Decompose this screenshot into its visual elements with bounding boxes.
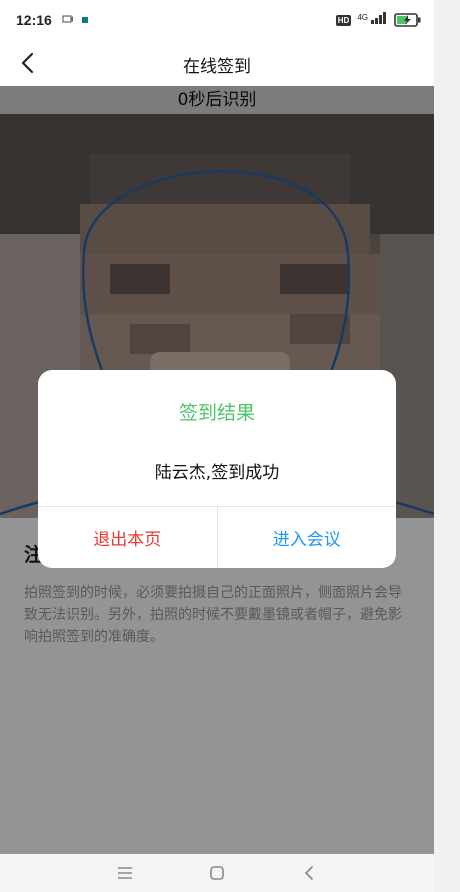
dialog-actions: 退出本页 进入会议	[38, 506, 396, 568]
menu-button[interactable]	[115, 863, 135, 883]
status-time: 12:16	[16, 12, 52, 28]
notification-icon	[62, 14, 74, 27]
screen-edge	[434, 0, 460, 892]
menu-icon	[118, 867, 132, 879]
dialog-title: 签到结果	[178, 402, 255, 424]
network-label: 4G	[357, 12, 368, 22]
enter-meeting-button[interactable]: 进入会议	[218, 507, 397, 568]
status-indicators: HD 4G	[335, 12, 422, 28]
exit-page-button[interactable]: 退出本页	[38, 507, 218, 568]
battery-charging-icon	[394, 13, 422, 27]
home-square-icon	[210, 866, 224, 880]
system-back-button[interactable]	[299, 863, 319, 883]
nav-bar: 在线签到	[0, 40, 434, 86]
hd-badge: HD	[335, 14, 352, 26]
signal-icon	[370, 12, 388, 28]
system-nav-bar	[0, 854, 434, 892]
chevron-left-icon	[304, 866, 313, 880]
app-notification-icon	[81, 17, 88, 23]
home-button[interactable]	[207, 863, 227, 883]
signin-result-dialog: 签到结果 陆云杰,签到成功 退出本页 进入会议	[38, 370, 396, 568]
dialog-message: 陆云杰,签到成功	[154, 463, 280, 483]
status-bar: 12:16 HD 4G	[0, 0, 434, 40]
page-title: 在线签到	[183, 57, 251, 77]
app-screen: 12:16 HD 4G 在线签到 0秒后识别 注 拍照签到的时候，必须要拍摄自己…	[0, 0, 434, 892]
